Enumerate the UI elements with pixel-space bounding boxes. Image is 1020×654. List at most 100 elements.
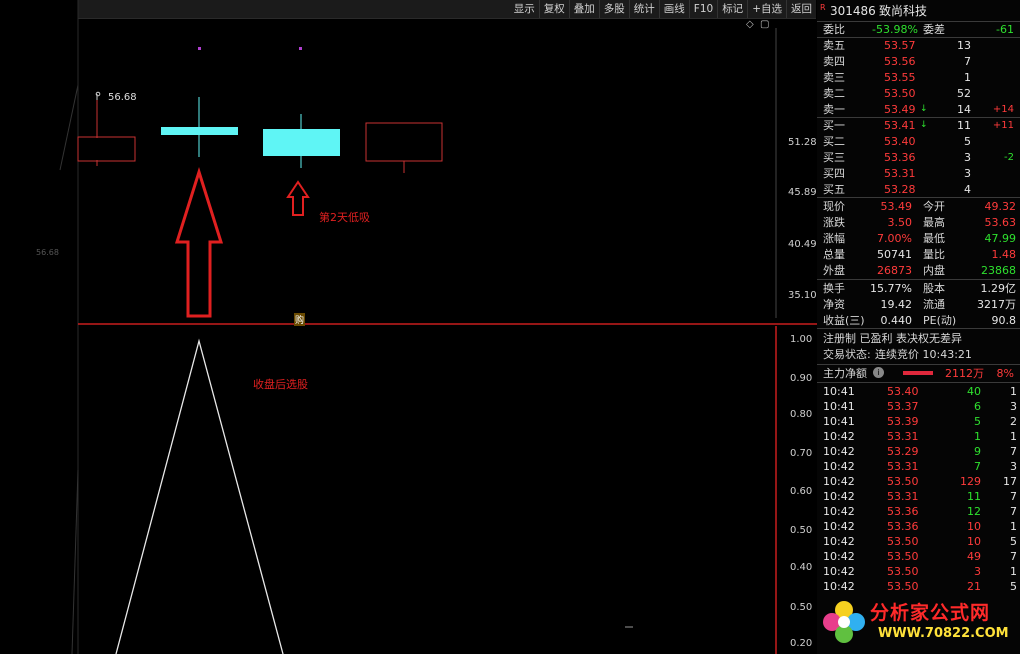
main-flow-label: 主力净额 bbox=[823, 367, 867, 380]
tick-time: 10:41 bbox=[823, 400, 855, 413]
tick-row: 10:41 53.37 6 3 bbox=[817, 399, 1020, 414]
trade-status-value: 连续竞价 10:43:21 bbox=[875, 348, 972, 361]
tick-row: 10:42 53.36 10 1 bbox=[817, 519, 1020, 534]
weicha-value: -61 bbox=[996, 23, 1014, 36]
stat-value: 3217万 bbox=[977, 298, 1016, 311]
level-volume: 13 bbox=[957, 39, 971, 52]
level-label: 卖四 bbox=[823, 55, 845, 68]
tick-price: 53.40 bbox=[887, 385, 919, 398]
ask-row[interactable]: 卖三 53.55 1 bbox=[817, 70, 1020, 85]
left-edge-line-lower bbox=[71, 469, 79, 654]
candle-down bbox=[263, 129, 340, 156]
tick-row: 10:41 53.40 40 1 bbox=[817, 384, 1020, 399]
stat-value: 1.29亿 bbox=[980, 282, 1017, 295]
stock-name: 致尚科技 bbox=[879, 4, 928, 18]
tick-count: 3 bbox=[1010, 460, 1017, 473]
axis-label: 0.70 bbox=[790, 448, 813, 459]
high-price-label: 56.68 bbox=[108, 92, 137, 103]
tick-count: 17 bbox=[1003, 475, 1017, 488]
tick-time: 10:42 bbox=[823, 535, 855, 548]
level-label: 卖五 bbox=[823, 39, 845, 52]
tick-time: 10:42 bbox=[823, 490, 855, 503]
stat-label: 外盘 bbox=[823, 264, 845, 277]
tick-price: 53.50 bbox=[887, 535, 919, 548]
tick-price: 53.31 bbox=[887, 460, 919, 473]
watermark-logo: 分析家公式网 WWW.70822.COM bbox=[822, 596, 1020, 652]
stat-value: 26873 bbox=[877, 264, 912, 277]
tick-price: 53.50 bbox=[887, 550, 919, 563]
axis-label: 0.90 bbox=[790, 373, 813, 384]
level-volume: 1 bbox=[964, 71, 971, 84]
stat-label: PE(动) bbox=[923, 314, 957, 327]
level-volume: 14 bbox=[957, 103, 971, 116]
tick-row: 10:42 53.50 129 17 bbox=[817, 474, 1020, 489]
down-arrow-icon: ↓ bbox=[920, 104, 928, 114]
bid-row[interactable]: 买五 53.28 4 bbox=[817, 182, 1020, 197]
stat-row: 涨幅 7.00% 最低 47.99 bbox=[817, 231, 1020, 246]
stock-header[interactable]: R 301486 致尚科技 bbox=[817, 2, 1020, 20]
level-change: -2 bbox=[1004, 152, 1014, 163]
tick-count: 7 bbox=[1010, 445, 1017, 458]
flow-bar bbox=[903, 371, 933, 375]
level-label: 买四 bbox=[823, 167, 845, 180]
tick-row: 10:42 53.50 49 7 bbox=[817, 549, 1020, 564]
axis-label: 1.00 bbox=[790, 334, 813, 345]
tick-volume: 40 bbox=[967, 385, 981, 398]
small-up-arrow bbox=[286, 180, 310, 216]
tick-volume: 5 bbox=[974, 415, 981, 428]
stat-row: 总量 50741 量比 1.48 bbox=[817, 247, 1020, 262]
tick-time: 10:42 bbox=[823, 550, 855, 563]
level-volume: 4 bbox=[964, 183, 971, 196]
stat-row: 收益(三) 0.440 PE(动) 90.8 bbox=[817, 313, 1020, 328]
level-price: 53.56 bbox=[884, 55, 916, 68]
ask-row[interactable]: 卖二 53.50 52 bbox=[817, 86, 1020, 101]
tick-count: 3 bbox=[1010, 400, 1017, 413]
tick-row: 10:42 53.36 12 7 bbox=[817, 504, 1020, 519]
bid-row[interactable]: 买一 53.41 ↓ 11 +11 bbox=[817, 118, 1020, 133]
tick-time: 10:42 bbox=[823, 505, 855, 518]
bid-row[interactable]: 买三 53.36 3 -2 bbox=[817, 150, 1020, 165]
axis-label: 45.89 bbox=[788, 187, 817, 198]
bid-row[interactable]: 买二 53.40 5 bbox=[817, 134, 1020, 149]
signal-dot bbox=[198, 47, 201, 50]
stock-tags: 注册制 已盈利 表决权无差异 bbox=[817, 331, 1020, 346]
stat-value: 90.8 bbox=[991, 314, 1017, 327]
quote-panel: R 301486 致尚科技 委比 -53.98% 委差 -61 卖五 53.57 1… bbox=[817, 0, 1020, 654]
buy-signal-label: 购 bbox=[294, 313, 306, 326]
bid-row[interactable]: 买四 53.31 3 bbox=[817, 166, 1020, 181]
ask-row[interactable]: 卖一 53.49 ↓ 14 +14 bbox=[817, 102, 1020, 117]
level-volume: 11 bbox=[957, 119, 971, 132]
level-label: 买二 bbox=[823, 135, 845, 148]
tick-count: 7 bbox=[1010, 550, 1017, 563]
stat-row: 外盘 26873 内盘 23868 bbox=[817, 263, 1020, 278]
tick-time: 10:42 bbox=[823, 460, 855, 473]
tick-time: 10:42 bbox=[823, 445, 855, 458]
tick-volume: 12 bbox=[967, 505, 981, 518]
divider bbox=[817, 279, 1020, 280]
level-volume: 5 bbox=[964, 135, 971, 148]
ask-row[interactable]: 卖五 53.57 13 bbox=[817, 38, 1020, 53]
tick-count: 7 bbox=[1010, 490, 1017, 503]
level-change: +14 bbox=[992, 104, 1014, 115]
axis-label: 40.49 bbox=[788, 239, 817, 250]
stat-value: 53.63 bbox=[984, 216, 1017, 229]
stat-row: 现价 53.49 今开 49.32 bbox=[817, 199, 1020, 214]
tick-count: 5 bbox=[1010, 580, 1017, 593]
main-flow-row[interactable]: 主力净额 i 2112万 8% bbox=[817, 366, 1020, 381]
flower-logo-icon bbox=[823, 601, 865, 643]
watermark-url: WWW.70822.COM bbox=[878, 626, 1009, 641]
stat-value: 23868 bbox=[981, 264, 1016, 277]
stat-value: 47.99 bbox=[984, 232, 1017, 245]
tick-volume: 1 bbox=[974, 430, 981, 443]
weibi-row: 委比 -53.98% 委差 -61 bbox=[817, 22, 1020, 37]
info-icon[interactable]: i bbox=[873, 367, 884, 378]
stat-value: 7.00% bbox=[877, 232, 912, 245]
stat-label: 最低 bbox=[923, 232, 945, 245]
stat-row: 换手 15.77% 股本 1.29亿 bbox=[817, 281, 1020, 296]
level-label: 卖三 bbox=[823, 71, 845, 84]
tick-count: 1 bbox=[1010, 520, 1017, 533]
tick-time: 10:42 bbox=[823, 475, 855, 488]
tick-volume: 129 bbox=[960, 475, 981, 488]
ask-row[interactable]: 卖四 53.56 7 bbox=[817, 54, 1020, 69]
tick-price: 53.36 bbox=[887, 505, 919, 518]
